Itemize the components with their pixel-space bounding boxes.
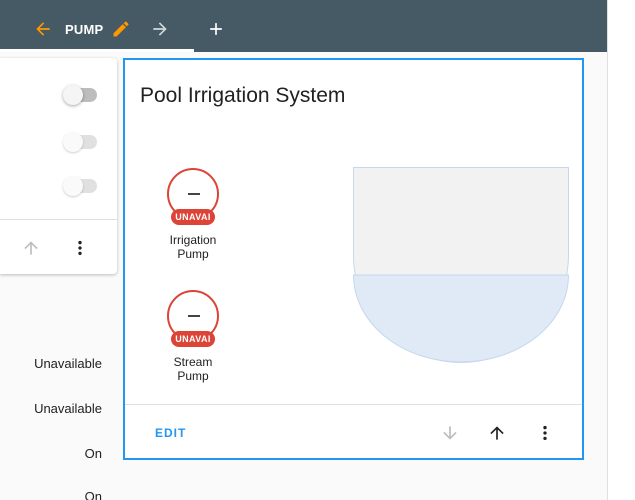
entity-name-line2: Pump [177,369,209,383]
entity-name-line1: Stream [173,355,213,369]
arrow-down-icon[interactable] [438,421,462,445]
arrow-right-icon[interactable] [149,18,171,40]
right-panel-edge [607,0,635,500]
irrigation-pump-entity[interactable]: UNAVAI Irrigation Pump [153,168,233,268]
more-vert-icon[interactable] [533,421,557,445]
entity-name-line2: Pump [177,247,209,261]
card-divider [125,404,582,405]
state-value [188,315,200,317]
entity-name-line1: Irrigation [169,233,217,247]
plus-icon[interactable] [205,18,227,40]
toggle-switch[interactable] [63,176,97,196]
state-value [188,193,200,195]
arrow-left-icon[interactable] [32,18,54,40]
left-entities-card [0,58,117,274]
entity-state: On [84,489,102,500]
entity-state: Unavailable [34,356,102,371]
toggle-switch[interactable] [63,85,97,105]
tank-fill [353,274,569,363]
more-vert-icon[interactable] [69,237,91,259]
card-divider [0,219,117,220]
tab-title[interactable]: PUMP [65,22,103,37]
card-title: Pool Irrigation System [140,84,346,107]
active-tab-indicator [0,49,194,52]
pencil-icon[interactable] [110,18,132,40]
picture-elements-card[interactable]: Pool Irrigation System UNAVAI Irrigation… [123,58,584,460]
entity-state: Unavailable [34,401,102,416]
edit-button[interactable]: EDIT [155,426,186,440]
arrow-up-icon[interactable] [485,421,509,445]
arrow-up-icon[interactable] [20,237,42,259]
toggle-switch[interactable] [63,132,97,152]
stream-pump-entity[interactable]: UNAVAI Stream Pump [153,290,233,390]
unavailable-badge: UNAVAI [171,331,215,347]
entity-state: On [84,446,102,461]
unavailable-badge: UNAVAI [171,209,215,225]
tank-level-gauge [353,167,569,363]
top-app-bar: PUMP [0,0,607,52]
